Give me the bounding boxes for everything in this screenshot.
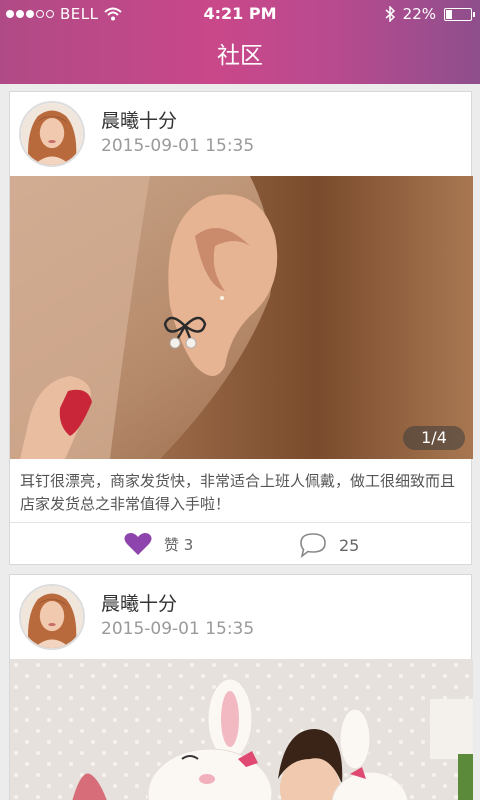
comment-count: 25 xyxy=(339,535,360,555)
post-username[interactable]: 晨曦十分 xyxy=(101,106,177,133)
battery-level-fill xyxy=(446,9,452,19)
post-datetime: 2015-09-01 15:35 xyxy=(101,136,255,156)
battery-icon xyxy=(444,7,475,21)
status-bar: BELL 4:21 PM 22% xyxy=(0,0,480,28)
post-datetime: 2015-09-01 15:35 xyxy=(101,619,255,639)
post-photo[interactable] xyxy=(10,659,473,800)
post-photo[interactable]: 1/4 xyxy=(10,176,473,459)
comment-bubble-icon xyxy=(300,533,326,558)
post-card[interactable]: 晨曦十分 2015-09-01 15:35 xyxy=(9,91,473,566)
avatar[interactable] xyxy=(19,101,85,167)
app-header: BELL 4:21 PM 22% 社区 xyxy=(0,0,480,84)
post-actions: 赞 3 25 xyxy=(10,522,473,566)
bluetooth-icon xyxy=(385,6,395,22)
like-button[interactable]: 赞 3 xyxy=(124,532,193,556)
comment-button[interactable]: 25 xyxy=(299,532,359,558)
post-card[interactable]: 晨曦十分 2015-09-01 15:35 xyxy=(9,574,473,800)
photo-counter: 1/4 xyxy=(403,426,465,450)
post-caption: 耳钉很漂亮，商家发货快，非常适合上班人佩戴，做工很细致而且店家发货总之非常值得入… xyxy=(20,472,456,513)
heart-icon xyxy=(124,533,152,555)
like-label: 赞 3 xyxy=(164,535,194,554)
battery-percent: 22% xyxy=(402,5,436,23)
post-username[interactable]: 晨曦十分 xyxy=(101,589,177,616)
page-title: 社区 xyxy=(217,43,263,69)
avatar[interactable] xyxy=(19,584,85,650)
